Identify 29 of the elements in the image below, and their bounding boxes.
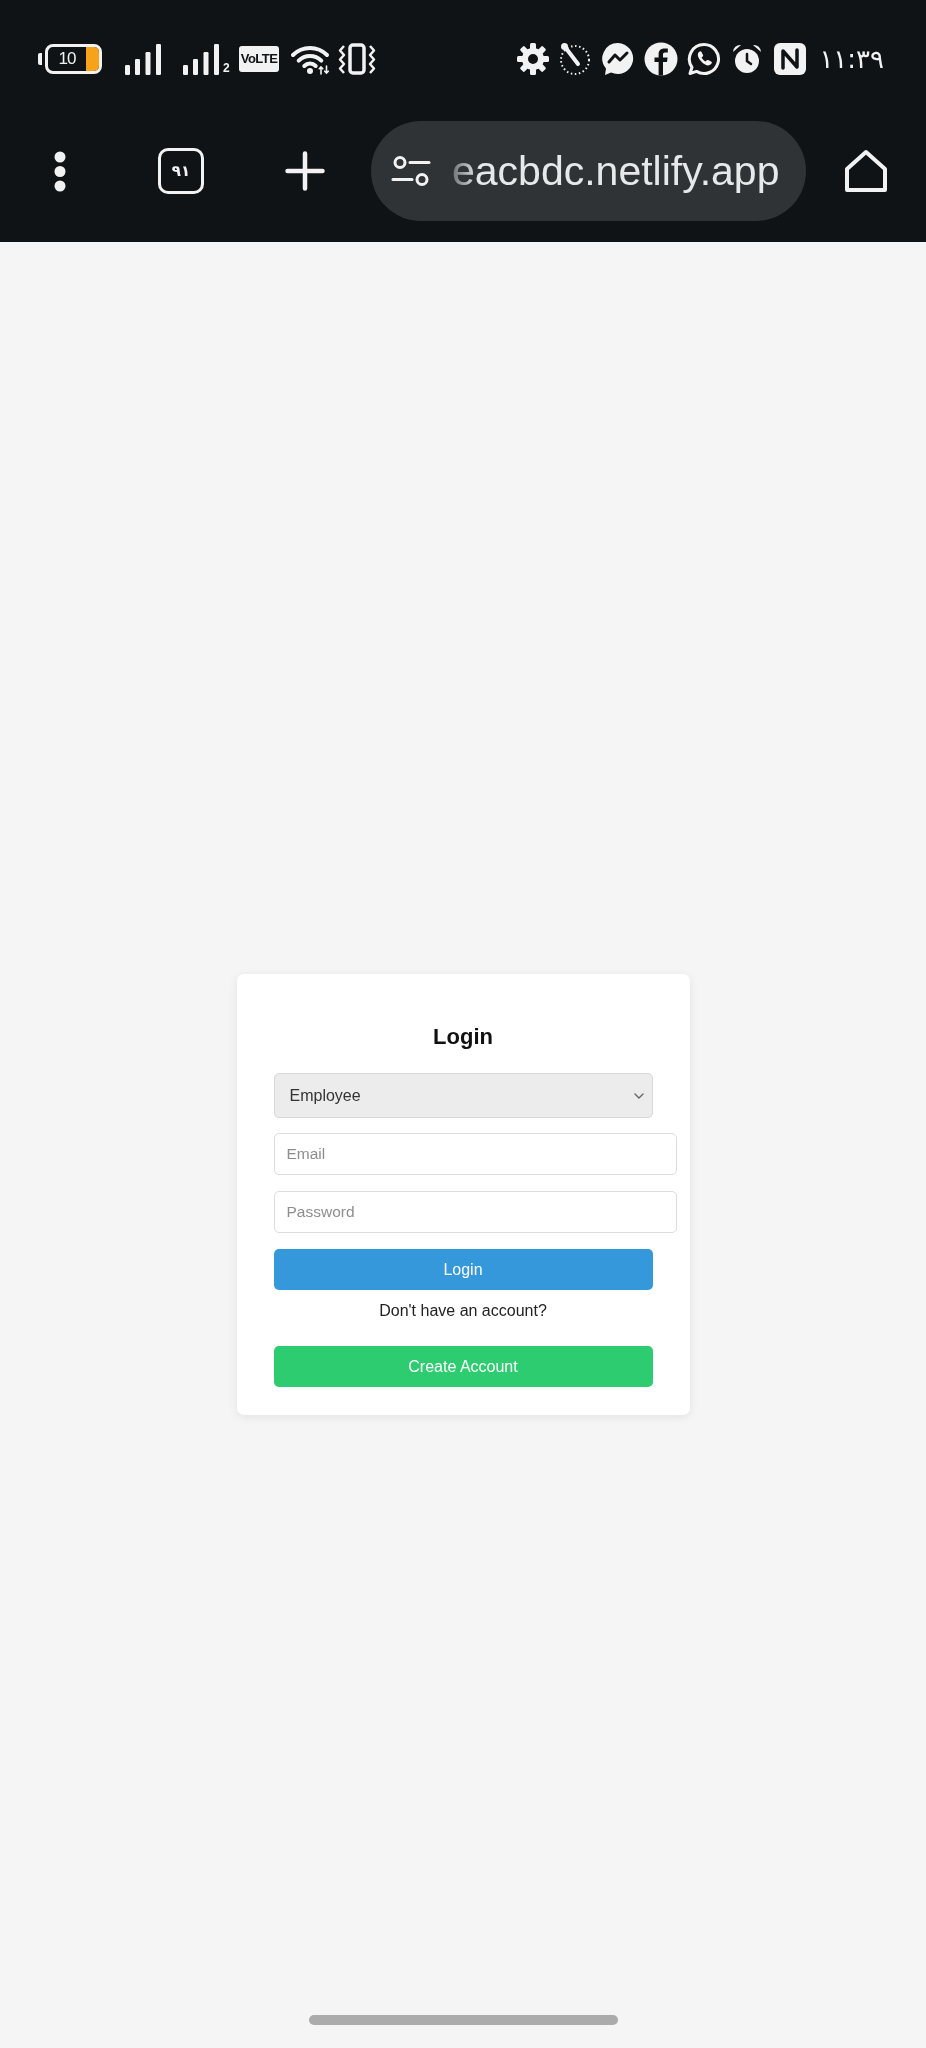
chat-bubble-icon xyxy=(601,42,636,76)
login-title: Login xyxy=(432,1023,494,1051)
battery-charge-fill xyxy=(86,47,99,71)
chevron-down-icon xyxy=(633,1092,644,1099)
status-time: ١١:٣٩ xyxy=(819,44,884,74)
address-bar[interactable]: eacbdc.netlify.app xyxy=(371,121,806,221)
battery-percent: 10 xyxy=(57,48,77,70)
wifi-icon xyxy=(290,43,331,75)
signal-bars-icon xyxy=(182,43,220,75)
n-square-icon xyxy=(774,43,807,75)
home-icon[interactable] xyxy=(843,148,889,194)
menu-icon[interactable] xyxy=(53,150,67,192)
sim-number-label: 2 xyxy=(223,62,230,75)
role-select[interactable]: Employee xyxy=(273,1073,653,1118)
signal-bars-icon xyxy=(124,43,162,75)
phone-bubble-icon xyxy=(687,42,722,76)
settings-icon xyxy=(516,42,551,76)
network-type-badge: VoLTE xyxy=(238,46,280,72)
clock-dial-icon xyxy=(558,42,593,76)
signup-prompt: Don't have an account? xyxy=(378,1301,548,1321)
plus-icon[interactable] xyxy=(285,151,325,191)
vibrate-icon xyxy=(338,43,377,75)
email-field[interactable]: Email xyxy=(273,1133,677,1175)
tab-count-button[interactable]: ٩١ xyxy=(158,148,204,194)
letter-f-icon xyxy=(644,42,679,76)
password-field[interactable]: Password xyxy=(273,1191,677,1233)
sliders-icon[interactable] xyxy=(391,155,431,187)
alarm-clock-icon xyxy=(731,43,764,75)
url-text: eacbdc.netlify.app xyxy=(452,147,780,196)
